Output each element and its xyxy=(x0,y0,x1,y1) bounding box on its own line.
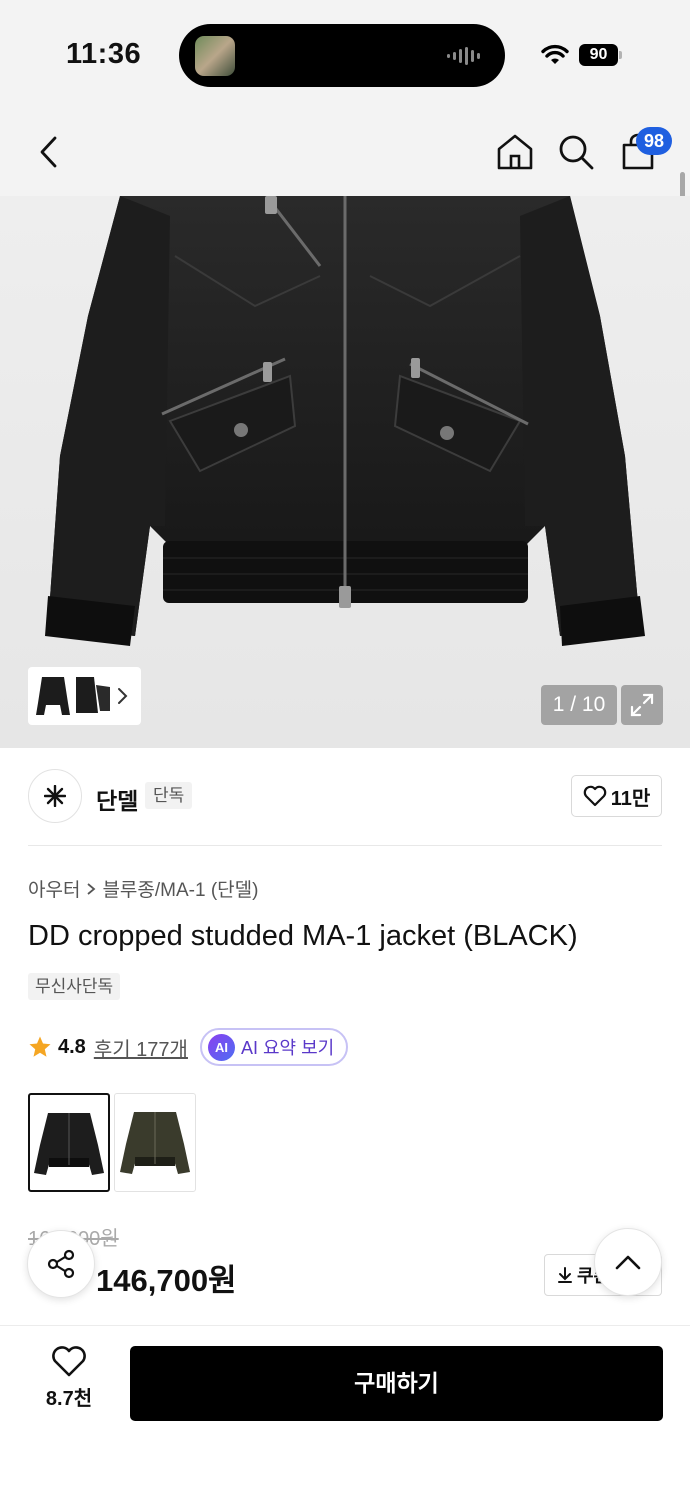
brand-like-count: 11만 xyxy=(610,787,651,810)
expand-icon xyxy=(630,693,654,717)
heart-icon xyxy=(583,785,607,807)
chevron-left-icon xyxy=(40,136,57,168)
top-nav xyxy=(0,108,690,196)
review-link[interactable]: 후기 177개 xyxy=(94,1033,188,1062)
product-title: DD cropped studded MA-1 jacket (BLACK) xyxy=(28,920,578,952)
section-divider xyxy=(28,845,662,846)
battery-indicator: 90 xyxy=(579,44,623,66)
ai-icon: AI xyxy=(207,1033,235,1061)
back-button[interactable] xyxy=(26,129,72,175)
gallery-counter: 1 / 10 xyxy=(541,685,617,725)
audio-wave-icon xyxy=(447,47,480,65)
brand-name[interactable]: 단델 xyxy=(96,782,138,816)
ai-summary-label: AI 요약 보기 xyxy=(240,1038,335,1058)
dynamic-island[interactable] xyxy=(179,24,505,87)
home-icon xyxy=(497,134,533,170)
star-icon xyxy=(29,1036,51,1057)
search-button[interactable] xyxy=(553,129,599,175)
wishlist-count: 8.7천 xyxy=(45,1388,93,1410)
battery-cap xyxy=(619,51,622,59)
status-time: 11:36 xyxy=(66,38,142,70)
cart-count-badge: 98 xyxy=(636,127,672,155)
heart-icon xyxy=(52,1346,86,1377)
breadcrumb-item[interactable]: 아우터 xyxy=(28,875,80,902)
expand-gallery-button[interactable] xyxy=(621,685,663,725)
chevron-right-icon xyxy=(87,882,96,895)
brand-like-button[interactable]: 11만 xyxy=(571,775,662,817)
wifi-icon xyxy=(541,44,569,64)
scroll-to-top-button[interactable] xyxy=(594,1228,662,1296)
ai-summary-button[interactable]: AI AI 요약 보기 xyxy=(199,1028,349,1066)
share-icon xyxy=(47,1249,75,1279)
brand-logo[interactable] xyxy=(28,769,82,823)
color-option-khaki[interactable] xyxy=(114,1093,196,1192)
color-option-thumbnail xyxy=(120,1112,190,1174)
chevron-right-icon xyxy=(118,688,128,704)
breadcrumb-item[interactable]: 블루종/MA-1 (단델) xyxy=(102,875,258,902)
battery-level: 90 xyxy=(579,44,618,66)
exclusive-tag: 무신사단독 xyxy=(28,973,121,1000)
chevron-up-icon xyxy=(615,1255,641,1270)
search-icon xyxy=(559,135,594,170)
wishlist-button[interactable]: 8.7천 xyxy=(28,1346,110,1422)
home-button[interactable] xyxy=(492,129,538,175)
gallery-thumbnail-strip[interactable] xyxy=(28,667,141,725)
gallery-thumbnail xyxy=(76,677,110,713)
category-breadcrumb: 아우터 블루종/MA-1 (단델) xyxy=(28,875,258,902)
sale-price: 146,700원 xyxy=(96,1263,237,1298)
color-option-thumbnail xyxy=(34,1113,104,1175)
now-playing-thumbnail xyxy=(195,36,235,76)
color-option-black[interactable] xyxy=(28,1093,110,1192)
rating-row: 4.8 후기 177개 AI AI 요약 보기 xyxy=(28,1028,349,1066)
share-button[interactable] xyxy=(27,1230,95,1298)
brand-logo-icon xyxy=(44,785,66,807)
product-image xyxy=(45,196,645,646)
product-image-gallery[interactable]: 1 / 10 xyxy=(0,196,690,748)
download-icon xyxy=(558,1267,572,1283)
rating-value: 4.8 xyxy=(58,1035,86,1058)
brand-exclusive-tag: 단독 xyxy=(145,782,193,809)
status-bar: 11:36 90 xyxy=(0,0,690,108)
buy-button[interactable]: 구매하기 xyxy=(130,1346,663,1421)
gallery-thumbnail xyxy=(36,677,70,715)
